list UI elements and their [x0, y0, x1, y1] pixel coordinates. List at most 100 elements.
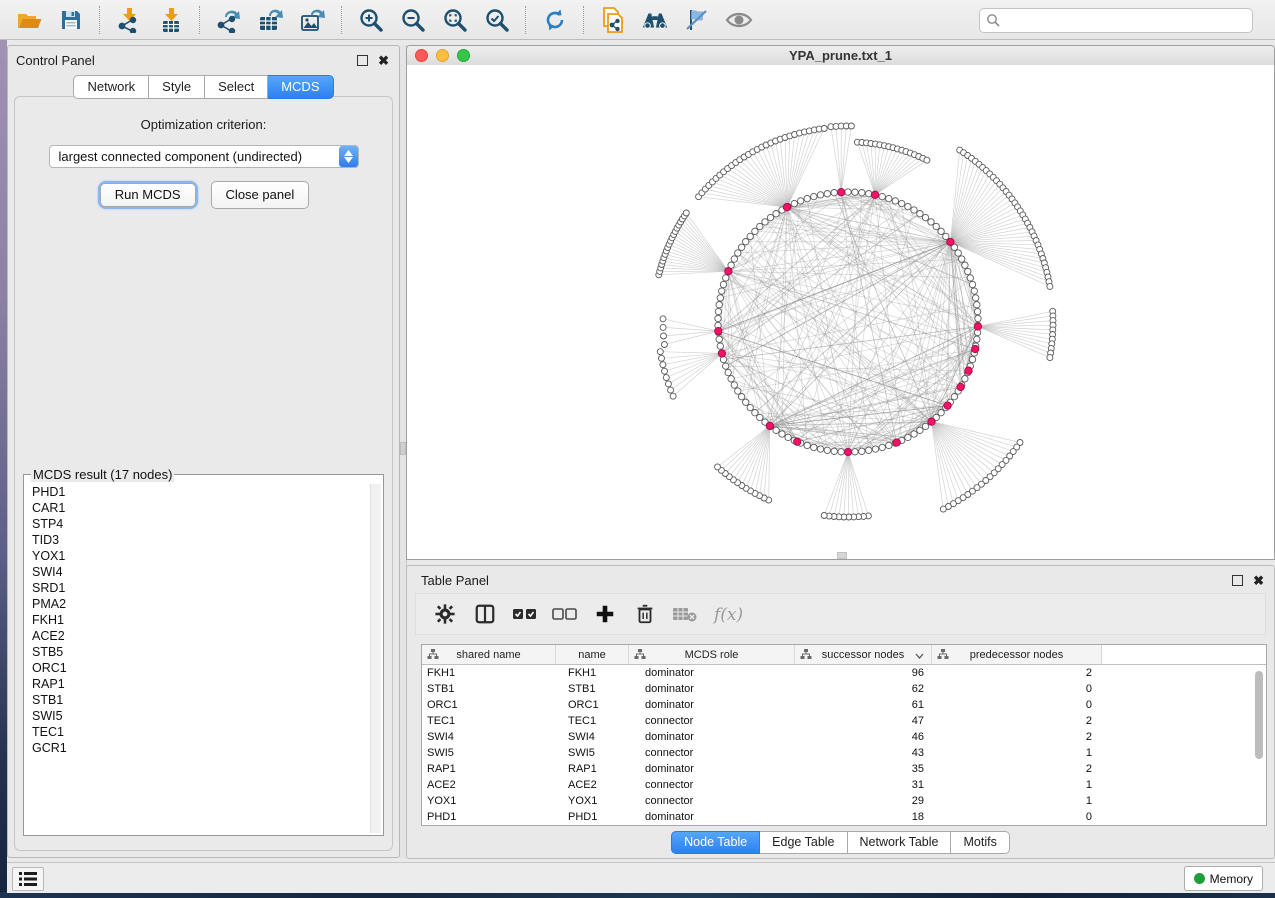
network-node[interactable]: [716, 336, 722, 342]
zoom-selected-button[interactable]: [481, 4, 513, 36]
network-node[interactable]: [911, 431, 917, 437]
leaf-node[interactable]: [660, 362, 666, 368]
mcds-result-item[interactable]: SWI5: [32, 708, 371, 724]
leaf-node[interactable]: [924, 157, 930, 163]
network-node[interactable]: [731, 382, 737, 388]
mcds-hub-node[interactable]: [794, 438, 801, 445]
network-node[interactable]: [838, 449, 844, 455]
import-network-button[interactable]: [113, 4, 145, 36]
network-node[interactable]: [905, 203, 911, 209]
mcds-result-item[interactable]: TID3: [32, 532, 371, 548]
close-window-icon[interactable]: [415, 49, 428, 62]
clone-network-button[interactable]: [597, 4, 629, 36]
mcds-hub-node[interactable]: [766, 422, 773, 429]
maximize-window-icon[interactable]: [457, 49, 470, 62]
leaf-node[interactable]: [661, 333, 667, 339]
search-input[interactable]: [1001, 10, 1252, 32]
table-row[interactable]: YOX1YOX1connector291: [422, 793, 1266, 809]
network-node[interactable]: [757, 414, 763, 420]
mcds-hub-node[interactable]: [844, 448, 851, 455]
close-table-panel-icon[interactable]: ✖: [1253, 576, 1264, 585]
tab-network[interactable]: Network: [73, 75, 149, 99]
close-panel-icon[interactable]: ✖: [378, 56, 389, 65]
select-all-button[interactable]: [510, 599, 540, 629]
network-node[interactable]: [719, 288, 725, 294]
network-node[interactable]: [845, 189, 851, 195]
mcds-result-item[interactable]: PMA2: [32, 596, 371, 612]
network-node[interactable]: [743, 239, 749, 245]
table-row[interactable]: SWI4SWI4dominator462: [422, 729, 1266, 745]
table-scrollbar[interactable]: [1254, 667, 1264, 823]
network-node[interactable]: [971, 288, 977, 294]
mcds-hub-node[interactable]: [871, 191, 878, 198]
task-history-button[interactable]: [12, 867, 44, 891]
network-node[interactable]: [738, 394, 744, 400]
zoom-out-button[interactable]: [397, 4, 429, 36]
mcds-result-item[interactable]: STB5: [32, 644, 371, 660]
network-node[interactable]: [866, 447, 872, 453]
mcds-result-item[interactable]: FKH1: [32, 612, 371, 628]
table-tab-node-table[interactable]: Node Table: [671, 831, 760, 854]
mcds-result-item[interactable]: PHD1: [32, 484, 371, 500]
network-node[interactable]: [965, 268, 971, 274]
network-node[interactable]: [917, 427, 923, 433]
network-node[interactable]: [723, 363, 729, 369]
minimize-window-icon[interactable]: [436, 49, 449, 62]
search-network-button[interactable]: [639, 4, 671, 36]
network-node[interactable]: [720, 281, 726, 287]
network-node[interactable]: [811, 193, 817, 199]
network-node[interactable]: [892, 198, 898, 204]
network-canvas[interactable]: [407, 65, 1274, 559]
network-node[interactable]: [804, 442, 810, 448]
network-node[interactable]: [715, 308, 721, 314]
network-node[interactable]: [715, 315, 721, 321]
leaf-node[interactable]: [821, 513, 827, 519]
network-node[interactable]: [859, 448, 865, 454]
network-node[interactable]: [922, 423, 928, 429]
mcds-hub-node[interactable]: [715, 327, 722, 334]
float-window-icon[interactable]: [357, 55, 368, 66]
network-node[interactable]: [969, 356, 975, 362]
zoom-in-button[interactable]: [355, 4, 387, 36]
export-image-button[interactable]: [297, 4, 329, 36]
mcds-result-item[interactable]: CAR1: [32, 500, 371, 516]
export-network-button[interactable]: [213, 4, 245, 36]
network-node[interactable]: [852, 449, 858, 455]
table-tab-edge-table[interactable]: Edge Table: [760, 831, 847, 854]
network-node[interactable]: [725, 369, 731, 375]
function-builder-button[interactable]: f(x): [710, 599, 752, 629]
mcds-result-item[interactable]: GCR1: [32, 740, 371, 756]
network-node[interactable]: [955, 250, 961, 256]
table-row[interactable]: RAP1RAP1dominator352: [422, 761, 1266, 777]
mcds-hub-node[interactable]: [944, 402, 951, 409]
network-node[interactable]: [824, 447, 830, 453]
delete-column-button[interactable]: [630, 599, 660, 629]
table-scrollbar-thumb[interactable]: [1255, 671, 1263, 759]
mcds-result-item[interactable]: RAP1: [32, 676, 371, 692]
mcds-hub-node[interactable]: [725, 268, 732, 275]
network-node[interactable]: [757, 223, 763, 229]
mcds-hub-node[interactable]: [783, 204, 790, 211]
network-node[interactable]: [817, 192, 823, 198]
column-header-shared-name[interactable]: shared name: [422, 645, 556, 664]
network-node[interactable]: [773, 211, 779, 217]
network-node[interactable]: [752, 228, 758, 234]
mcds-hub-node[interactable]: [965, 367, 972, 374]
network-node[interactable]: [859, 190, 865, 196]
network-node[interactable]: [804, 195, 810, 201]
network-node[interactable]: [911, 207, 917, 213]
network-node[interactable]: [717, 295, 723, 301]
leaf-node[interactable]: [660, 324, 666, 330]
network-node[interactable]: [743, 399, 749, 405]
column-header-MCDS-role[interactable]: MCDS role: [629, 645, 795, 664]
mcds-result-item[interactable]: TEC1: [32, 724, 371, 740]
tab-mcds[interactable]: MCDS: [268, 75, 333, 99]
network-node[interactable]: [831, 190, 837, 196]
leaf-node[interactable]: [848, 123, 854, 129]
network-node[interactable]: [922, 214, 928, 220]
table-tab-motifs[interactable]: Motifs: [951, 831, 1009, 854]
table-row[interactable]: SWI5SWI5connector431: [422, 745, 1266, 761]
network-node[interactable]: [767, 214, 773, 220]
float-table-panel-icon[interactable]: [1232, 575, 1243, 586]
save-session-button[interactable]: [55, 4, 87, 36]
